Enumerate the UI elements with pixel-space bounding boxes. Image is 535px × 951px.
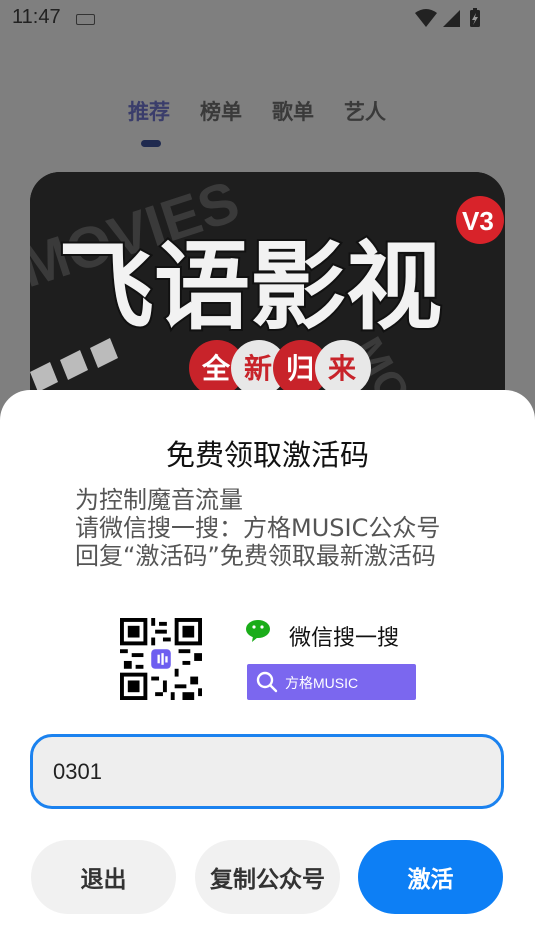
exit-button[interactable]: 退出 — [31, 840, 176, 914]
status-bar: 11:47 — [0, 0, 535, 36]
tagline-3: 归 — [286, 352, 314, 385]
banner-headline: 飞语影视 — [58, 231, 442, 343]
signal-icon — [443, 10, 460, 27]
top-tabs: 推荐 榜单 歌单 艺人 — [128, 96, 386, 126]
search-icon — [256, 671, 278, 693]
tagline-1: 全 — [201, 352, 231, 385]
wifi-icon — [415, 9, 437, 27]
wifi-signal-battery-icons — [415, 8, 480, 27]
keyboard-icon — [76, 14, 95, 25]
activate-button[interactable]: 激活 — [358, 840, 503, 914]
tagline-2: 新 — [244, 352, 272, 385]
tab-artists[interactable]: 艺人 — [344, 96, 386, 126]
activation-dialog: 免费领取激活码 为控制魔音流量 请微信搜一搜：方格MUSIC公众号 回复“激活码… — [0, 390, 535, 951]
wechat-search-hint: 微信搜一搜 — [245, 618, 399, 651]
dialog-title: 免费领取激活码 — [165, 438, 369, 472]
activation-code-input[interactable]: 0301 — [30, 734, 504, 809]
activation-code-value: 0301 — [53, 759, 102, 784]
wechat-icon — [246, 620, 270, 642]
tab-recommend[interactable]: 推荐 — [128, 96, 170, 126]
version-badge-text: V3 — [462, 206, 494, 236]
dialog-description: 为控制魔音流量 请微信搜一搜：方格MUSIC公众号 回复“激活码”免费领取最新激… — [75, 486, 440, 570]
search-box-text: 方格MUSIC — [285, 675, 359, 691]
desc-line-3: 回复“激活码”免费领取最新激活码 — [75, 542, 436, 570]
tab-charts[interactable]: 榜单 — [200, 96, 242, 126]
wechat-search-box: 方格MUSIC — [247, 664, 416, 700]
wechat-search-label: 微信搜一搜 — [289, 626, 400, 651]
qr-code — [120, 618, 202, 700]
tab-playlists[interactable]: 歌单 — [272, 96, 314, 126]
tagline-4: 来 — [328, 352, 356, 385]
active-tab-indicator — [141, 140, 161, 147]
copy-account-button[interactable]: 复制公众号 — [195, 840, 340, 914]
desc-line-2: 请微信搜一搜：方格MUSIC公众号 — [75, 514, 441, 542]
status-time: 11:47 — [12, 6, 61, 28]
system-icons — [415, 8, 495, 34]
desc-line-1: 为控制魔音流量 — [75, 486, 243, 514]
